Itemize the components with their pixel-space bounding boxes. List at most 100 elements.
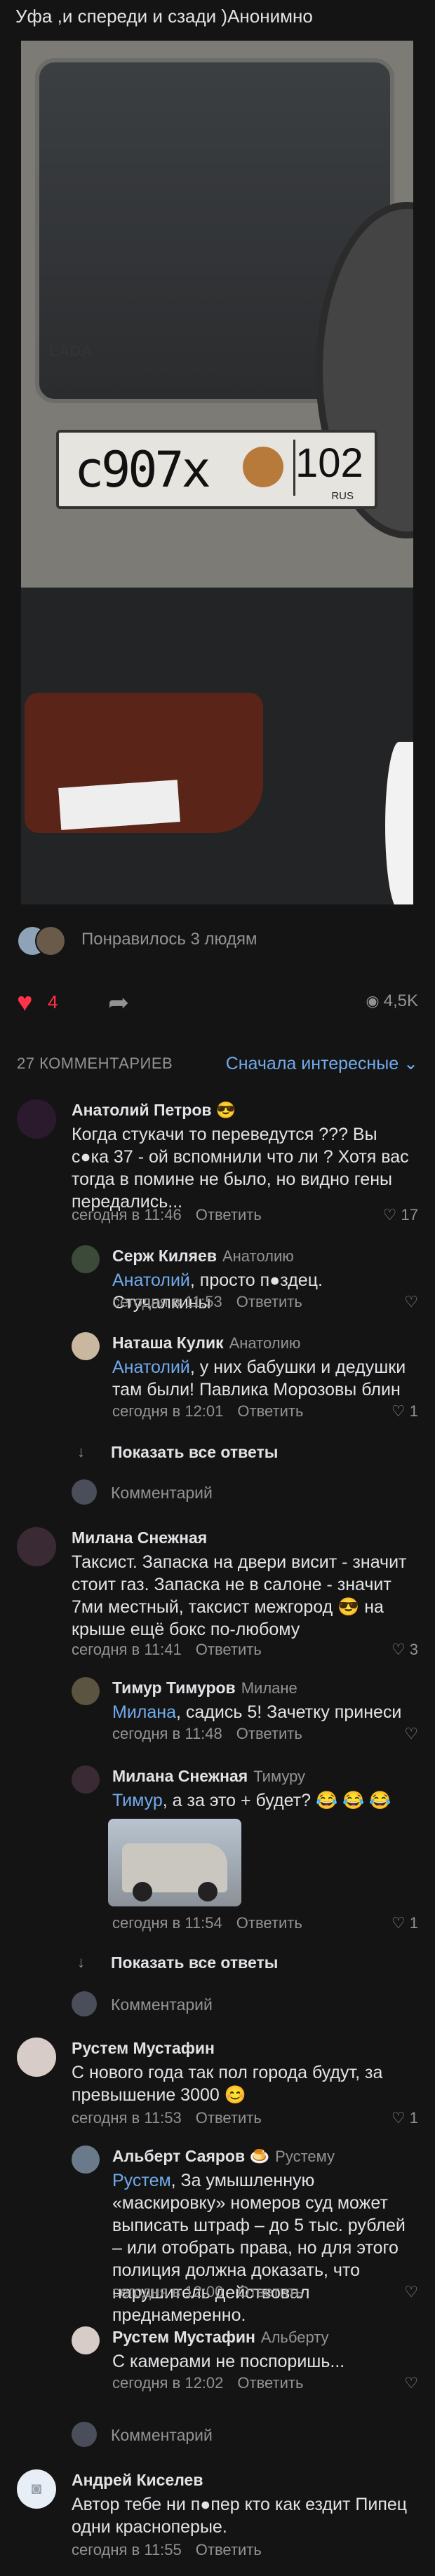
liked-avatars [17, 926, 73, 956]
paper-note [58, 780, 180, 830]
reply-button[interactable]: Ответить [196, 1206, 262, 1223]
license-plate: с907х 102 RUS [56, 430, 377, 509]
heart-outline-icon: ♡ [391, 1914, 410, 1932]
comment: Милана Снежная Таксист. Запаска на двери… [17, 1527, 418, 1664]
comments-sort-dropdown[interactable]: Сначала интересные ⌄ [226, 1053, 418, 1074]
heart-outline-icon: ♡ [391, 1641, 410, 1658]
heart-outline-icon: ♡ [404, 2283, 418, 2300]
avatar[interactable] [72, 1332, 100, 1360]
arrow-down-icon: ↓ [77, 1443, 85, 1460]
comment-like[interactable]: ♡ 1 [392, 1402, 418, 1421]
toy-figure [385, 742, 413, 904]
reply-button[interactable]: Ответить [237, 2283, 303, 2300]
mention-link[interactable]: Рустем [112, 2171, 171, 2190]
heart-icon[interactable]: ♥ [17, 989, 33, 1017]
avatar[interactable] [72, 2145, 100, 2174]
show-all-replies[interactable]: Показать все ответы [111, 1443, 278, 1462]
mention-link[interactable]: Анатолий [112, 1357, 190, 1377]
comment-meta: сегодня в 11:46 Ответить [72, 1206, 262, 1223]
comment-meta: сегодня в 12:00 Ответить [112, 2283, 304, 2300]
reply-button[interactable]: Ответить [236, 1914, 302, 1932]
comment-like[interactable]: ♡ 17 [383, 1206, 418, 1224]
comment-input[interactable]: Комментарий [111, 1484, 213, 1503]
comment-reply: Наташа Кулик Анатолию Анатолий, у них баб… [72, 1332, 418, 1430]
comment-input[interactable]: Комментарий [111, 1995, 213, 2014]
avatar [35, 926, 66, 956]
comment-author[interactable]: Рустем Мустафин Альберту [112, 2328, 329, 2347]
comment-author[interactable]: Андрей Киселев [72, 2471, 203, 2490]
post-photo[interactable]: LADA с907х 102 RUS [21, 41, 413, 904]
comment-like[interactable]: ♡ 1 [392, 1914, 418, 1932]
comment-author[interactable]: Милана Снежная [72, 1528, 207, 1547]
avatar [72, 2422, 97, 2447]
car-tire [133, 1882, 152, 1902]
comment-like[interactable]: ♡ 1 [392, 2109, 418, 2127]
liked-by-text: Понравилось 3 людям [81, 930, 257, 949]
liked-by-row[interactable]: Понравилось 3 людям [17, 926, 257, 956]
avatar[interactable] [17, 1099, 56, 1139]
comment: Рустем Мустафин С нового года так пол го… [17, 2038, 418, 2129]
comment-like[interactable]: ♡ [404, 2283, 418, 2301]
comment-like[interactable]: ♡ [404, 1293, 418, 1311]
reply-button[interactable]: Ответить [196, 2541, 262, 2558]
comment-input[interactable]: Комментарий [111, 2426, 213, 2445]
avatar[interactable] [72, 1677, 100, 1705]
comment-text: С камерами не поспоришь... [112, 2352, 345, 2371]
avatar[interactable] [72, 1245, 100, 1273]
comment-like[interactable]: ♡ [404, 1725, 418, 1743]
reply-button[interactable]: Ответить [236, 1725, 302, 1742]
camera-icon[interactable]: ◙ [17, 2469, 56, 2509]
reply-button[interactable]: Ответить [237, 2374, 303, 2392]
comment-like[interactable]: ♡ [404, 2374, 418, 2392]
plate-region: 102 [293, 440, 363, 496]
eye-icon: ◉ [366, 992, 380, 1010]
car-badge: LADA [49, 342, 93, 360]
arrow-down-icon: ↓ [77, 1953, 85, 1971]
comment-reply: Тимур Тимуров Милане Милана, садись 5! За… [72, 1677, 418, 1754]
comment-author[interactable]: Анатолий Петров 😎 [72, 1101, 236, 1120]
reply-button[interactable]: Ответить [237, 1402, 303, 1420]
comment-reply: Серж Киляев Анатолию Анатолий, просто п●з… [72, 1245, 418, 1322]
comment-meta: сегодня в 12:01 Ответить [112, 1402, 304, 1420]
comment-meta: сегодня в 11:53 Ответить [72, 2109, 262, 2127]
avatar[interactable] [72, 2326, 100, 2354]
attached-photo[interactable] [108, 1819, 241, 1906]
avatar[interactable] [17, 1527, 56, 1566]
comment-author[interactable]: Милана Снежная Тимуру [112, 1767, 305, 1786]
comment-reply: Альберт Саяров 🍮 Рустему Рустем, За умышл… [72, 2145, 418, 2325]
comment-meta: сегодня в 11:48 Ответить [112, 1725, 302, 1742]
reply-button[interactable]: Ответить [196, 1641, 262, 1658]
avatar [72, 1479, 97, 1505]
reply-button[interactable]: Ответить [236, 1293, 302, 1310]
show-all-replies[interactable]: Показать все ответы [111, 1953, 278, 1972]
comment-text: Рустем, За умышленную «маскировку» номер… [112, 2171, 406, 2325]
mention-link[interactable]: Анатолий [112, 1270, 190, 1290]
comment-author[interactable]: Наташа Кулик Анатолию [112, 1334, 300, 1353]
comment-reply: Рустем Мустафин Альберту С камерами не по… [72, 2326, 418, 2404]
avatar[interactable] [72, 1765, 100, 1794]
comment-text: Милана, садись 5! Зачетку принеси [112, 1702, 402, 1722]
mention-link[interactable]: Милана [112, 1702, 176, 1722]
heart-outline-icon: ♡ [382, 1206, 401, 1223]
comment: Анатолий Петров 😎 Когда стукачи то перев… [17, 1099, 418, 1236]
avatar[interactable] [17, 2038, 56, 2077]
comment-text: Анатолий, у них бабушки и дедушки там бы… [112, 1357, 406, 1399]
plate-country: RUS [331, 490, 354, 502]
share-icon[interactable]: ➦ [108, 989, 129, 1017]
comment-meta: сегодня в 12:02 Ответить [112, 2374, 304, 2392]
comment-author[interactable]: Тимур Тимуров Милане [112, 1679, 297, 1697]
reply-button[interactable]: Ответить [196, 2109, 262, 2127]
comment-author[interactable]: Серж Киляев Анатолию [112, 1247, 294, 1266]
heart-outline-icon: ♡ [404, 1725, 418, 1742]
comment-author[interactable]: Рустем Мустафин [72, 2039, 215, 2058]
comment-reply: Милана Снежная Тимуру Тимур, а за это + б… [72, 1765, 418, 1941]
comments-count: 27 КОММЕНТАРИЕВ [17, 1055, 173, 1072]
comment-author[interactable]: Альберт Саяров 🍮 Рустему [112, 2147, 335, 2166]
comment-meta: сегодня в 11:41 Ответить [72, 1641, 262, 1658]
comment: ◙ Андрей Киселев Автор тебе ни п●пер кто… [17, 2469, 418, 2561]
comment-like[interactable]: ♡ 3 [392, 1641, 418, 1659]
like-count: 4 [48, 991, 58, 1012]
heart-outline-icon: ♡ [404, 1293, 418, 1310]
plate-sticker [243, 447, 283, 487]
mention-link[interactable]: Тимур [112, 1791, 163, 1810]
